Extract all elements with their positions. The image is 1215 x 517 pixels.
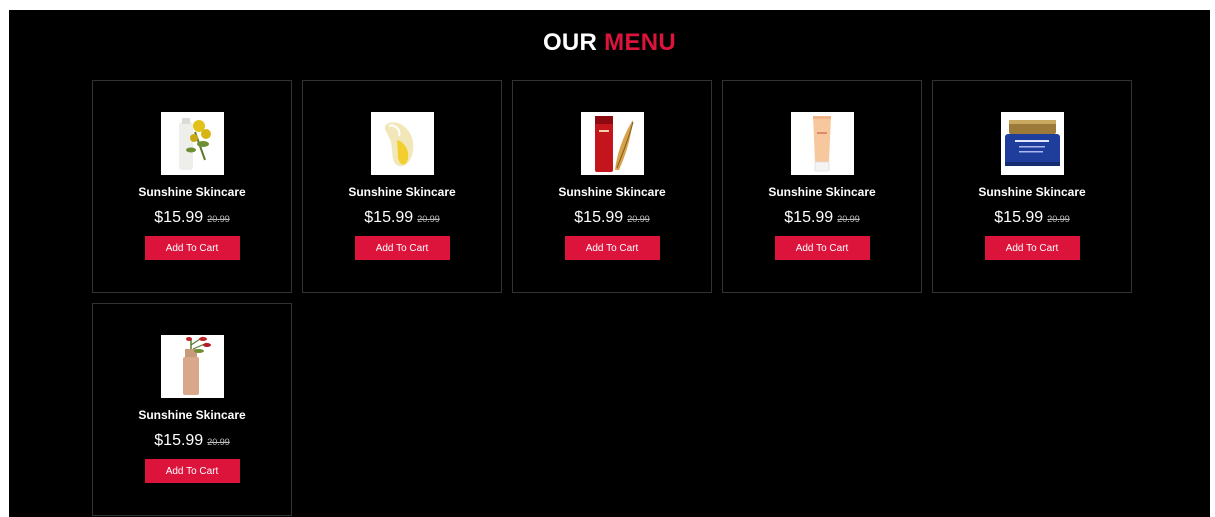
add-to-cart-button[interactable]: Add To Cart xyxy=(354,236,450,260)
product-old-price: 20.99 xyxy=(627,214,650,224)
product-card: Sunshine Skincare $15.99 20.99 Add To Ca… xyxy=(302,80,502,293)
product-card: Sunshine Skincare $15.99 20.99 Add To Ca… xyxy=(92,80,292,293)
product-image[interactable] xyxy=(790,112,854,175)
product-old-price: 20.99 xyxy=(207,437,230,447)
product-name[interactable]: Sunshine Skincare xyxy=(138,185,245,199)
product-price: $15.99 xyxy=(364,209,414,226)
add-to-cart-button[interactable]: Add To Cart xyxy=(984,236,1080,260)
price-row: $15.99 20.99 xyxy=(784,209,859,228)
product-card: Sunshine Skincare $15.99 20.99 Add To Ca… xyxy=(512,80,712,293)
product-name[interactable]: Sunshine Skincare xyxy=(978,185,1085,199)
section-title: OUR MENU xyxy=(9,28,1210,58)
price-row: $15.99 20.99 xyxy=(364,209,439,228)
product-name[interactable]: Sunshine Skincare xyxy=(348,185,455,199)
product-old-price: 20.99 xyxy=(1047,214,1070,224)
product-card: Sunshine Skincare $15.99 20.99 Add To Ca… xyxy=(932,80,1132,293)
product-image[interactable] xyxy=(1000,112,1064,175)
price-row: $15.99 20.99 xyxy=(154,432,229,451)
product-image[interactable] xyxy=(160,335,224,398)
add-to-cart-button[interactable]: Add To Cart xyxy=(774,236,870,260)
product-price: $15.99 xyxy=(574,209,624,226)
product-image[interactable] xyxy=(580,112,644,175)
product-card: Sunshine Skincare $15.99 20.99 Add To Ca… xyxy=(722,80,922,293)
product-grid: Sunshine Skincare $15.99 20.99 Add To Ca… xyxy=(92,80,1144,516)
add-to-cart-button[interactable]: Add To Cart xyxy=(564,236,660,260)
product-old-price: 20.99 xyxy=(417,214,440,224)
add-to-cart-button[interactable]: Add To Cart xyxy=(144,459,240,483)
menu-section: OUR MENU Sunshine Skincare $15.99 20.99 … xyxy=(9,10,1210,517)
product-price: $15.99 xyxy=(154,209,204,226)
product-old-price: 20.99 xyxy=(837,214,860,224)
price-row: $15.99 20.99 xyxy=(154,209,229,228)
product-price: $15.99 xyxy=(154,432,204,449)
add-to-cart-button[interactable]: Add To Cart xyxy=(144,236,240,260)
product-old-price: 20.99 xyxy=(207,214,230,224)
product-image[interactable] xyxy=(160,112,224,175)
price-row: $15.99 20.99 xyxy=(994,209,1069,228)
section-title-word1: OUR xyxy=(542,29,598,56)
product-name[interactable]: Sunshine Skincare xyxy=(768,185,875,199)
product-name[interactable]: Sunshine Skincare xyxy=(138,408,245,422)
product-name[interactable]: Sunshine Skincare xyxy=(558,185,665,199)
product-price: $15.99 xyxy=(994,209,1044,226)
section-title-word2: MENU xyxy=(604,29,677,56)
product-price: $15.99 xyxy=(784,209,834,226)
product-image[interactable] xyxy=(370,112,434,175)
price-row: $15.99 20.99 xyxy=(574,209,649,228)
product-card: Sunshine Skincare $15.99 20.99 Add To Ca… xyxy=(92,303,292,516)
